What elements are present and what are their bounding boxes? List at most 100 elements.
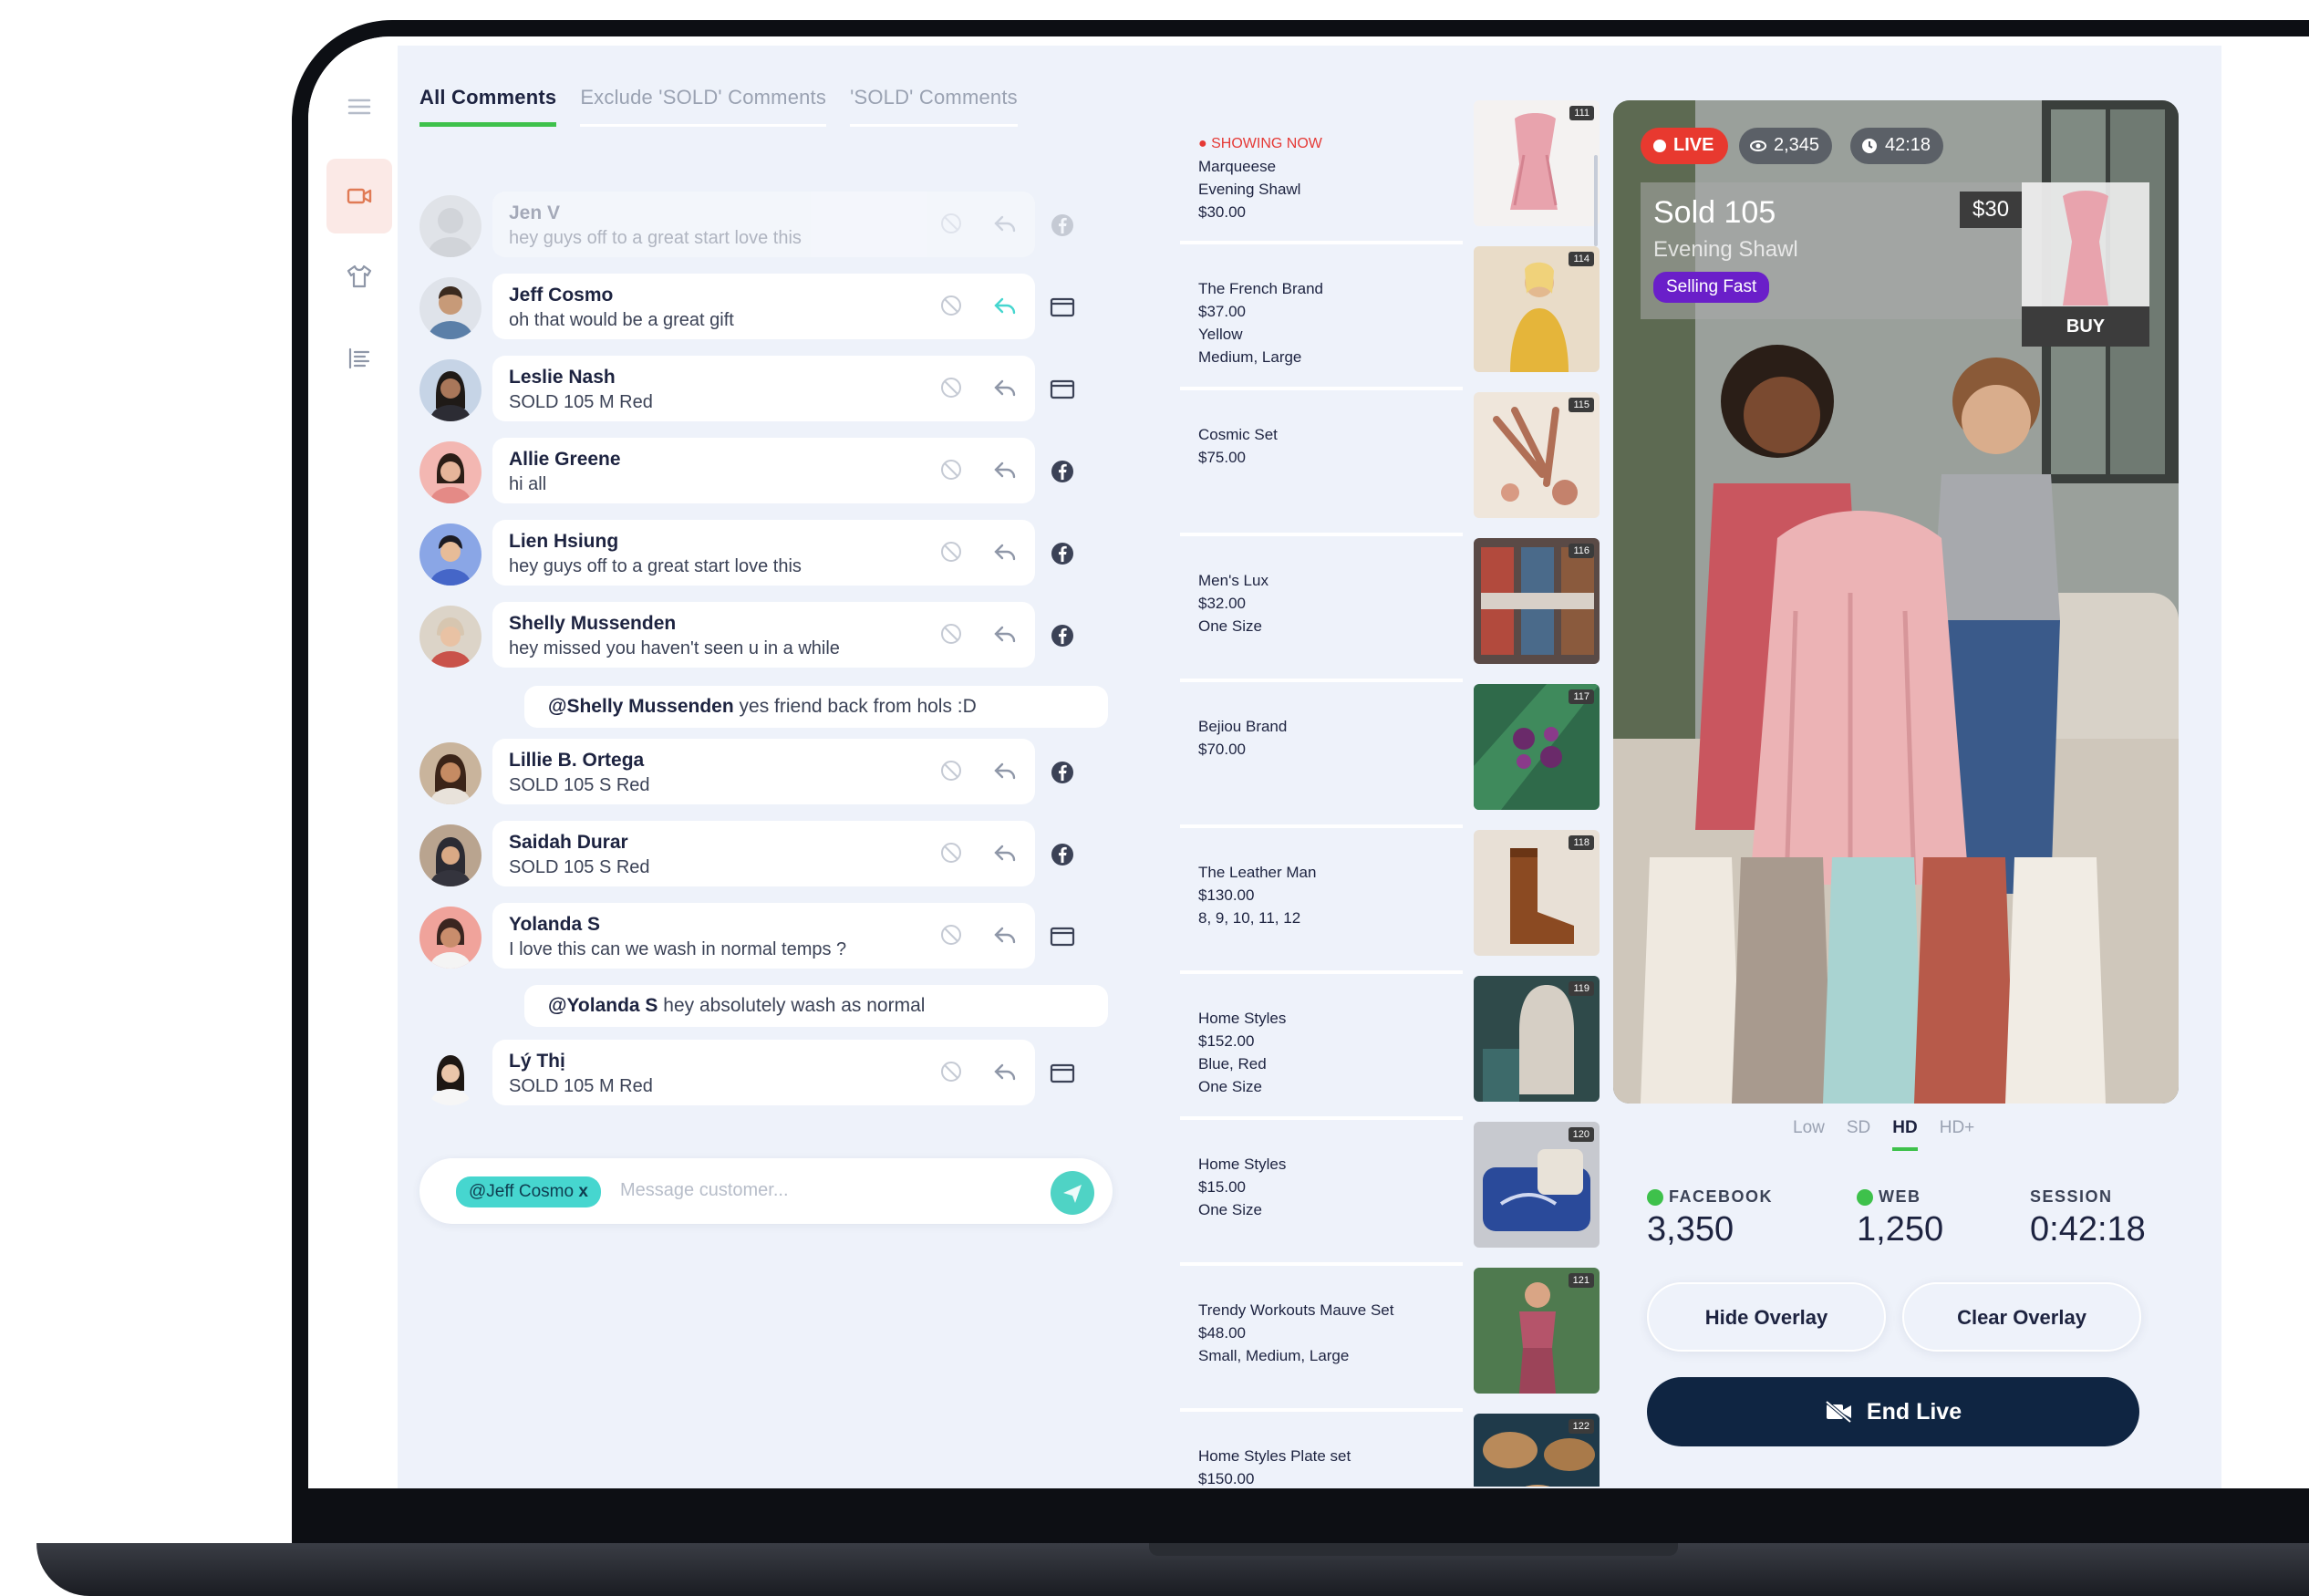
send-button[interactable]: [1051, 1171, 1094, 1215]
facebook-icon: [1051, 461, 1073, 482]
product-details: Men's Lux $32.00 One Size: [1198, 572, 1268, 635]
check-icon: [1857, 1188, 1873, 1206]
block-icon[interactable]: [939, 923, 963, 947]
product-list-scrollbar[interactable]: [1594, 155, 1598, 246]
reply-icon[interactable]: [992, 376, 1018, 399]
product-number-badge: 120: [1568, 1127, 1594, 1142]
sidebar-item-products[interactable]: [326, 239, 392, 314]
message-input[interactable]: Message customer...: [620, 1180, 789, 1201]
quality-option-hd-plus[interactable]: HD+: [1940, 1118, 1975, 1151]
commenter-name: Lien Hsiung: [509, 531, 619, 552]
block-icon[interactable]: [939, 294, 963, 317]
buy-button[interactable]: BUY: [2022, 306, 2149, 347]
session-timer: 0:42:18: [2030, 1210, 2146, 1249]
selling-fast-badge: Selling Fast: [1653, 272, 1770, 303]
laptop-mockup: All Comments Exclude 'SOLD' Comments 'SO…: [0, 0, 2309, 1596]
reply-icon[interactable]: [992, 294, 1018, 317]
product-item[interactable]: Home Styles $15.00 One Size 120: [1180, 1122, 1600, 1266]
comment-text: SOLD 105 S Red: [509, 857, 650, 877]
quality-option-hd[interactable]: HD: [1892, 1118, 1918, 1151]
mention-chip-label: @Jeff Cosmo: [469, 1182, 575, 1201]
viewer-count-pill: 2,345: [1739, 128, 1833, 164]
product-number-badge: 121: [1568, 1273, 1594, 1288]
tab-all-comments[interactable]: All Comments: [419, 86, 557, 127]
comment-text: hey guys off to a great start love this: [509, 228, 802, 248]
clear-overlay-button[interactable]: Clear Overlay: [1902, 1282, 2141, 1352]
divider: [1180, 1262, 1463, 1266]
price-tag: $30: [1960, 192, 2023, 228]
comment-row: Lillie B. Ortega SOLD 105 S Red: [419, 739, 1113, 810]
product-item[interactable]: Bejiou Brand $70.00 117: [1180, 684, 1600, 828]
commenter-name: Lý Thị: [509, 1051, 565, 1072]
commenter-name: Jeff Cosmo: [509, 285, 614, 306]
product-item[interactable]: Men's Lux $32.00 One Size 116: [1180, 538, 1600, 682]
hide-overlay-button[interactable]: Hide Overlay: [1647, 1282, 1886, 1352]
mention-chip-close[interactable]: x: [578, 1182, 588, 1201]
comment-bubble: Lý Thị SOLD 105 M Red: [492, 1040, 1035, 1105]
reply-icon[interactable]: [992, 622, 1018, 646]
comment-row: Leslie Nash SOLD 105 M Red: [419, 356, 1113, 427]
reply-icon[interactable]: [992, 841, 1018, 865]
block-icon[interactable]: [939, 458, 963, 482]
product-queue: ● SHOWING NOW Marqueese Evening Shawl $3…: [1180, 100, 1600, 1487]
product-number-badge: 118: [1569, 835, 1594, 850]
web-icon: [1050, 927, 1075, 947]
hamburger-menu-button[interactable]: [326, 69, 392, 144]
tab-exclude-sold[interactable]: Exclude 'SOLD' Comments: [580, 86, 827, 127]
product-item[interactable]: Home Styles $152.00 Blue, Red One Size 1…: [1180, 976, 1600, 1120]
reply-text: hey absolutely wash as normal: [663, 995, 926, 1016]
block-icon[interactable]: [939, 841, 963, 865]
avatar: [419, 359, 481, 421]
comment-text: hey missed you haven't seen u in a while: [509, 638, 840, 658]
reply-icon[interactable]: [992, 212, 1018, 235]
tab-sold-comments[interactable]: 'SOLD' Comments: [850, 86, 1018, 127]
divider: [1180, 1408, 1463, 1412]
reply-icon[interactable]: [992, 923, 1018, 947]
block-icon[interactable]: [939, 1060, 963, 1083]
product-thumbnail: 117: [1474, 684, 1600, 810]
product-item[interactable]: The French Brand $37.00 Yellow Medium, L…: [1180, 246, 1600, 390]
product-thumbnail: 114: [1474, 246, 1600, 372]
web-stat-label: WEB: [1857, 1187, 1943, 1207]
app-screen: All Comments Exclude 'SOLD' Comments 'SO…: [308, 36, 2309, 1488]
comment-bubble: Yolanda S I love this can we wash in nor…: [492, 903, 1035, 969]
sidebar-item-orders[interactable]: [326, 321, 392, 396]
product-details: The French Brand $37.00 Yellow Medium, L…: [1198, 280, 1324, 366]
sidebar-item-live[interactable]: [326, 159, 392, 233]
commenter-name: Yolanda S: [509, 914, 600, 935]
facebook-label: FACEBOOK: [1669, 1187, 1774, 1206]
block-icon[interactable]: [939, 759, 963, 782]
comment-row: Lien Hsiung hey guys off to a great star…: [419, 520, 1113, 591]
product-info: ● SHOWING NOW Marqueese Evening Shawl $3…: [1198, 131, 1322, 223]
divider: [1180, 824, 1463, 828]
reply-icon[interactable]: [992, 540, 1018, 564]
product-item[interactable]: ● SHOWING NOW Marqueese Evening Shawl $3…: [1180, 100, 1600, 244]
facebook-icon: [1051, 625, 1073, 647]
reply-icon[interactable]: [992, 1060, 1018, 1083]
avatar: [419, 742, 481, 804]
product-thumbnail: 120: [1474, 1122, 1600, 1248]
product-item[interactable]: Cosmic Set $75.00 115: [1180, 392, 1600, 536]
comment-bubble: Shelly Mussenden hey missed you haven't …: [492, 602, 1035, 668]
product-number-badge: 119: [1569, 981, 1594, 996]
end-live-button[interactable]: End Live: [1647, 1377, 2139, 1446]
block-icon[interactable]: [939, 376, 963, 399]
comment-bubble: Lien Hsiung hey guys off to a great star…: [492, 520, 1035, 586]
quality-option-low[interactable]: Low: [1793, 1118, 1825, 1151]
block-icon[interactable]: [939, 212, 963, 235]
reply-icon[interactable]: [992, 759, 1018, 782]
product-details: Home Styles $15.00 One Size: [1198, 1156, 1287, 1218]
product-item[interactable]: Home Styles Plate set $150.00 122: [1180, 1414, 1600, 1487]
product-item[interactable]: The Leather Man $130.00 8, 9, 10, 11, 12…: [1180, 830, 1600, 974]
message-composer[interactable]: @Jeff Cosmo x Message customer...: [419, 1158, 1113, 1224]
block-icon[interactable]: [939, 622, 963, 646]
duration-pill: 42:18: [1850, 128, 1944, 164]
comment-bubble: Lillie B. Ortega SOLD 105 S Red: [492, 739, 1035, 804]
reply-icon[interactable]: [992, 458, 1018, 482]
product-item[interactable]: Trendy Workouts Mauve Set $48.00 Small, …: [1180, 1268, 1600, 1412]
web-label: WEB: [1879, 1187, 1921, 1206]
quality-option-sd[interactable]: SD: [1847, 1118, 1870, 1151]
block-icon[interactable]: [939, 540, 963, 564]
stream-duration: 42:18: [1885, 135, 1931, 155]
avatar: [419, 1043, 481, 1105]
